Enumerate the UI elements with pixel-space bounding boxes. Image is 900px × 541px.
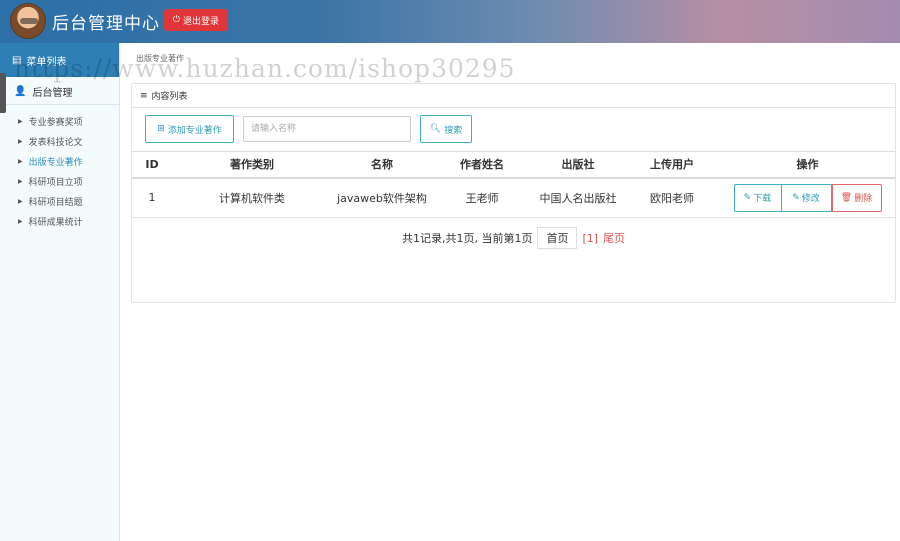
row-actions: ✎ 下载 ✎ 修改 🗑︎ 删除 — [720, 183, 895, 212]
column-header-uploader[interactable]: 上传用户 — [624, 151, 720, 179]
trash-icon: 🗑︎ — [840, 192, 853, 203]
current-page-link[interactable]: [1] — [582, 232, 598, 245]
table-header-row: ID 著作类别 名称 作者姓名 出版社 上传用户 操作 — [132, 151, 895, 179]
sidebar-item-awards[interactable]: ▶ 专业参赛奖项 — [0, 111, 119, 131]
bars-icon: ≡ — [140, 90, 148, 101]
first-page-button[interactable]: 首页 — [537, 227, 578, 249]
edit-button[interactable]: ✎ 修改 — [781, 183, 832, 212]
edit-square-icon: ✎ — [743, 192, 752, 203]
sidebar-item-project-closure[interactable]: ▶ 科研项目结题 — [0, 191, 119, 211]
logout-button[interactable]: ⏻ 退出登录 — [164, 9, 228, 31]
caret-right-icon: ▶ — [18, 217, 23, 225]
delete-label: 删除 — [854, 194, 873, 205]
panel-header: ≡ 内容列表 — [132, 84, 895, 108]
sidebar-item-label: 专业参赛奖项 — [28, 117, 83, 128]
caret-right-icon: ▶ — [18, 197, 23, 205]
sidebar-item-label: 科研成果统计 — [28, 217, 83, 228]
edit-square-icon: ✎ — [792, 192, 800, 203]
logout-label: 退出登录 — [183, 16, 220, 27]
breadcrumb: 出版专业著作 — [136, 54, 184, 63]
list-icon: ▤ — [12, 54, 22, 66]
pagination-summary: 共1记录,共1页, 当前第1页 — [401, 232, 533, 245]
sidebar-group-admin[interactable]: 👤 后台管理 — [0, 79, 119, 105]
column-header-category[interactable]: 著作类别 — [172, 151, 332, 179]
cell-author: 王老师 — [432, 177, 532, 218]
top-header: 后台管理中心 ⏻ 退出登录 — [0, 0, 900, 43]
add-publication-button[interactable]: ⊞ 添加专业著作 — [145, 115, 234, 143]
sidebar-item-label: 科研项目立项 — [28, 177, 83, 188]
column-header-publisher[interactable]: 出版社 — [532, 151, 624, 179]
edit-label: 修改 — [801, 194, 820, 205]
cell-actions: ✎ 下载 ✎ 修改 🗑︎ 删除 — [720, 177, 895, 218]
cell-id: 1 — [132, 177, 172, 218]
search-button[interactable]: 🔍︎ 搜索 — [420, 115, 472, 143]
download-label: 下载 — [753, 194, 772, 205]
main-content: 出版专业著作 ≡ 内容列表 ⊞ 添加专业著作 🔍︎ 搜索 ID 著作类别 名称 — [121, 43, 900, 541]
delete-button[interactable]: 🗑︎ 删除 — [831, 183, 882, 212]
add-publication-label: 添加专业著作 — [167, 125, 222, 136]
sidebar-menu-title: 菜单列表 — [26, 56, 67, 68]
sidebar-item-label: 出版专业著作 — [28, 157, 83, 168]
sidebar: ▤ 菜单列表 👤 后台管理 ▶ 专业参赛奖项 ▶ 发表科技论文 ▶ 出版专业著作… — [0, 43, 120, 541]
app-title: 后台管理中心 — [52, 14, 160, 34]
table-row: 1 计算机软件类 javaweb软件架构 王老师 中国人名出版社 欧阳老师 ✎ … — [132, 177, 895, 218]
sidebar-item-publications[interactable]: ▶ 出版专业著作 — [0, 151, 119, 171]
download-button[interactable]: ✎ 下载 — [733, 183, 782, 212]
last-page-link[interactable]: 尾页 — [603, 230, 625, 246]
sidebar-toggle-handle[interactable] — [0, 73, 6, 113]
column-header-id[interactable]: ID — [132, 151, 172, 179]
sidebar-item-project-approval[interactable]: ▶ 科研项目立项 — [0, 171, 119, 191]
plus-square-icon: ⊞ — [157, 124, 165, 134]
sidebar-menu-header: ▤ 菜单列表 — [0, 43, 119, 77]
search-icon: 🔍︎ — [429, 124, 442, 134]
caret-right-icon: ▶ — [18, 177, 23, 185]
power-icon: ⏻ — [172, 15, 181, 25]
search-input[interactable] — [243, 116, 411, 142]
avatar — [10, 3, 46, 39]
column-header-name[interactable]: 名称 — [332, 151, 432, 179]
caret-right-icon: ▶ — [18, 137, 23, 145]
sidebar-menu: ▶ 专业参赛奖项 ▶ 发表科技论文 ▶ 出版专业著作 ▶ 科研项目立项 ▶ 科研… — [0, 105, 119, 231]
data-table: ID 著作类别 名称 作者姓名 出版社 上传用户 操作 1 计算机软件类 jav… — [132, 151, 895, 218]
panel-title: 内容列表 — [151, 92, 188, 102]
column-header-actions: 操作 — [720, 151, 895, 179]
column-header-author[interactable]: 作者姓名 — [432, 151, 532, 179]
pagination: 共1记录,共1页, 当前第1页 首页 [1] 尾页 — [132, 226, 895, 250]
sidebar-item-label: 科研项目结题 — [28, 197, 83, 208]
content-panel: ≡ 内容列表 ⊞ 添加专业著作 🔍︎ 搜索 ID 著作类别 名称 作者姓名 — [131, 83, 896, 303]
sidebar-item-papers[interactable]: ▶ 发表科技论文 — [0, 131, 119, 151]
sidebar-group-label: 后台管理 — [32, 88, 73, 99]
sidebar-item-statistics[interactable]: ▶ 科研成果统计 — [0, 211, 119, 231]
user-icon: 👤 — [14, 86, 27, 97]
toolbar: ⊞ 添加专业著作 🔍︎ 搜索 — [145, 115, 472, 143]
caret-right-icon: ▶ — [18, 117, 23, 125]
sidebar-item-label: 发表科技论文 — [28, 137, 83, 148]
caret-right-icon: ▶ — [18, 157, 23, 165]
cell-uploader: 欧阳老师 — [624, 177, 720, 218]
cell-name: javaweb软件架构 — [332, 177, 432, 218]
search-label: 搜索 — [444, 125, 463, 136]
cell-publisher: 中国人名出版社 — [532, 177, 624, 218]
cell-category: 计算机软件类 — [172, 177, 332, 218]
